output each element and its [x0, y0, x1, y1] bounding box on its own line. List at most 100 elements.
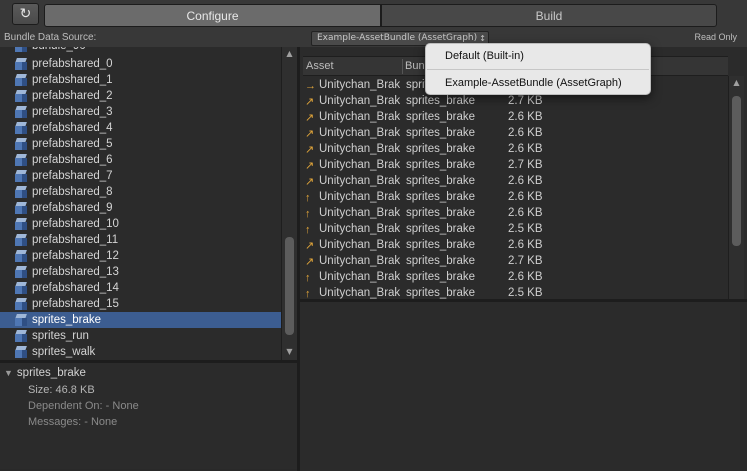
bundle-item[interactable]: prefabshared_8: [0, 184, 281, 200]
asset-row[interactable]: ↑ Unitychan_Brak sprites_brake 2.5 KB: [303, 286, 728, 299]
bundle-item[interactable]: prefabshared_15: [0, 296, 281, 312]
sprite-icon: ↗: [305, 96, 315, 108]
refresh-button[interactable]: ↻: [12, 3, 39, 25]
asset-bundle: sprites_brake: [406, 271, 476, 283]
asset-bundle: sprites_brake: [406, 191, 476, 203]
asset-name: Unitychan_Brak: [319, 255, 401, 267]
asset-size: 2.6 KB: [508, 271, 543, 283]
sprite-icon: ↑: [305, 208, 311, 220]
bundle-item-label: sprites_run: [32, 330, 89, 342]
details-header[interactable]: ▼ sprites_brake: [4, 367, 86, 379]
asset-size: 2.6 KB: [508, 143, 543, 155]
scroll-up-icon[interactable]: ▲: [284, 49, 295, 59]
tab-build[interactable]: Build: [381, 4, 717, 27]
expand-triangle-icon[interactable]: ▼: [4, 368, 13, 378]
asset-bundle: sprites_brake: [406, 95, 476, 107]
sprite-icon: ↑: [305, 192, 311, 204]
asset-row[interactable]: ↗ Unitychan_Brak sprites_brake 2.6 KB: [303, 126, 728, 142]
asset-row[interactable]: ↗ Unitychan_Brak sprites_brake 2.7 KB: [303, 94, 728, 110]
bundle-item[interactable]: prefabshared_4: [0, 120, 281, 136]
bundle-item[interactable]: prefabshared_11: [0, 232, 281, 248]
bundle-item[interactable]: prefabshared_12: [0, 248, 281, 264]
asset-list-scrollbar[interactable]: ▲: [728, 76, 744, 299]
bundle-item[interactable]: sprites_run: [0, 328, 281, 344]
bundle-item[interactable]: sprites_brake: [0, 312, 281, 328]
bundle-icon: [15, 90, 27, 102]
sprite-icon: ↗: [305, 112, 315, 124]
bundle-item[interactable]: prefabshared_3: [0, 104, 281, 120]
bundle-item[interactable]: prefabshared_10: [0, 216, 281, 232]
bundle-icon: [15, 218, 27, 230]
asset-size: 2.6 KB: [508, 111, 543, 123]
toolbar: ↻ Configure Build: [0, 0, 747, 30]
asset-row[interactable]: ↗ Unitychan_Brak sprites_brake 2.6 KB: [303, 142, 728, 158]
asset-row[interactable]: ↑ Unitychan_Brak sprites_brake 2.6 KB: [303, 190, 728, 206]
bundle-icon: [15, 298, 27, 310]
sprite-icon: ↗: [305, 128, 315, 140]
asset-row[interactable]: ↗ Unitychan_Brak sprites_brake 2.6 KB: [303, 110, 728, 126]
asset-size: 2.6 KB: [508, 207, 543, 219]
menu-item-default[interactable]: Default (Built-in): [426, 46, 650, 66]
asset-bundle: sprites_brake: [406, 255, 476, 267]
detail-size: Size: 46.8 KB: [28, 384, 95, 396]
bundle-item[interactable]: prefabshared_13: [0, 264, 281, 280]
bundle-details: ▼ sprites_brake Size: 46.8 KB Dependent …: [0, 363, 297, 469]
asset-name: Unitychan_Brak: [319, 239, 401, 251]
bundle-item[interactable]: sprites_walk: [0, 344, 281, 360]
detail-messages: Messages: - None: [28, 416, 118, 428]
sprite-icon: ↗: [305, 240, 315, 252]
asset-size: 2.5 KB: [508, 287, 543, 299]
asset-size: 2.6 KB: [508, 175, 543, 187]
bundle-item-label: sprites_brake: [32, 314, 102, 326]
asset-row[interactable]: ↑ Unitychan_Brak sprites_brake 2.6 KB: [303, 270, 728, 286]
sprite-icon: ↗: [305, 176, 315, 188]
asset-bundle-browser-window: ↻ Configure Build Bundle Data Source: Ex…: [0, 0, 747, 471]
bundle-item-label: prefabshared_2: [32, 90, 113, 102]
asset-name: Unitychan_Brak: [319, 159, 401, 171]
bundle-item[interactable]: prefabshared_2: [0, 88, 281, 104]
bundle-icon: [15, 74, 27, 86]
asset-row[interactable]: ↑ Unitychan_Brak sprites_brake 2.6 KB: [303, 206, 728, 222]
tab-configure[interactable]: Configure: [44, 4, 381, 27]
asset-name: Unitychan_Brak: [319, 111, 401, 123]
bundle-item-label: prefabshared_6: [32, 154, 113, 166]
bundle-item[interactable]: prefabshared_9: [0, 200, 281, 216]
asset-row[interactable]: ↑ Unitychan_Brak sprites_brake 2.5 KB: [303, 222, 728, 238]
bundle-item-label: prefabshared_10: [32, 218, 119, 230]
bundle-item[interactable]: prefabshared_1: [0, 72, 281, 88]
bundle-item[interactable]: prefabshared_14: [0, 280, 281, 296]
detail-dependent-on: Dependent On: - None: [28, 400, 139, 412]
scroll-down-icon[interactable]: ▼: [284, 347, 295, 357]
asset-row[interactable]: ↗ Unitychan_Brak sprites_brake 2.7 KB: [303, 158, 728, 174]
bundle-item-label: prefabshared_9: [32, 202, 113, 214]
bundle-list-scroll-thumb[interactable]: [285, 237, 294, 335]
bundle-list-scrollbar[interactable]: ▲ ▼: [281, 47, 297, 360]
asset-row[interactable]: ↗ Unitychan_Brak sprites_brake 2.7 KB: [303, 254, 728, 270]
scroll-up-icon[interactable]: ▲: [731, 78, 742, 88]
bundle-item[interactable]: prefabshared_0: [0, 56, 281, 72]
asset-row[interactable]: ↗ Unitychan_Brak sprites_brake 2.6 KB: [303, 238, 728, 254]
bundle-item[interactable]: prefabshared_5: [0, 136, 281, 152]
details-title: sprites_brake: [16, 367, 86, 379]
asset-details-panel: [300, 302, 747, 471]
bundle-item-label: prefabshared_13: [32, 266, 119, 278]
menu-item-example-assetbundle[interactable]: Example-AssetBundle (AssetGraph): [426, 73, 650, 93]
column-header-asset[interactable]: Asset: [306, 60, 334, 72]
asset-list-scroll-thumb[interactable]: [732, 96, 741, 246]
bundle-item-label: prefabshared_0: [32, 58, 113, 70]
bundle-item[interactable]: prefabshared_6: [0, 152, 281, 168]
asset-size: 2.6 KB: [508, 127, 543, 139]
column-divider[interactable]: [402, 59, 403, 74]
column-header-bundle[interactable]: Bun: [405, 60, 425, 72]
bundle-icon: [15, 106, 27, 118]
bundle-item[interactable]: prefabshared_7: [0, 168, 281, 184]
asset-name: Unitychan_Brak: [319, 191, 401, 203]
bundle-icon: [15, 138, 27, 150]
asset-bundle: sprites_brake: [406, 239, 476, 251]
bundle-icon: [15, 186, 27, 198]
asset-row[interactable]: ↗ Unitychan_Brak sprites_brake 2.6 KB: [303, 174, 728, 190]
bundle-item-label: prefabshared_7: [32, 170, 113, 182]
asset-size: 2.7 KB: [508, 95, 543, 107]
bundle-item-partial[interactable]: bundle_90: [0, 47, 281, 54]
bundle-icon: [15, 154, 27, 166]
